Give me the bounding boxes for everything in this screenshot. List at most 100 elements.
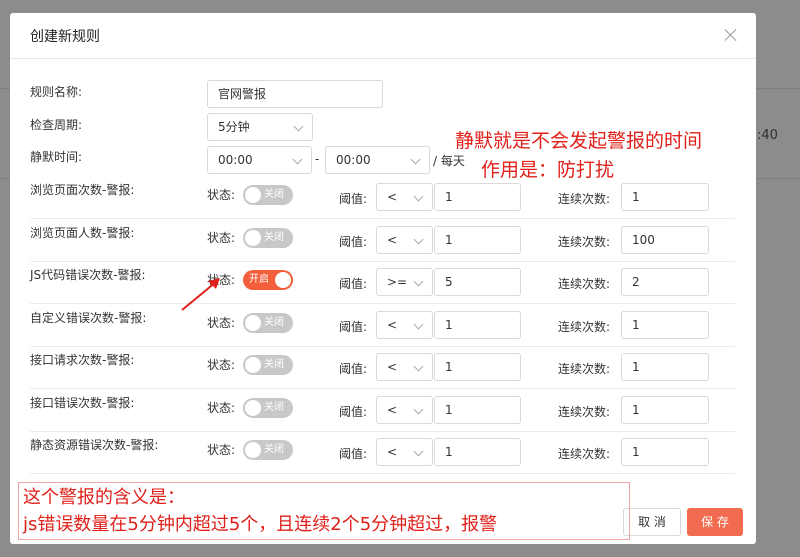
operator-value: < (387, 402, 398, 417)
threshold-input[interactable]: 1 (434, 353, 521, 381)
silence-end-value: 00:00 (336, 153, 371, 167)
row-divider (30, 388, 735, 389)
consecutive-value: 100 (632, 232, 655, 247)
operator-select[interactable]: < (376, 225, 433, 254)
rule-name-input[interactable]: 官网警报 (207, 80, 383, 108)
status-toggle[interactable]: 关闭 (243, 440, 293, 460)
period-select[interactable]: 5分钟 (207, 113, 313, 141)
consecutive-input[interactable]: 2 (621, 268, 709, 296)
annotation-silence-line2: 作用是：防打扰 (481, 159, 615, 181)
operator-select[interactable]: < (376, 353, 433, 381)
toggle-knob (245, 442, 261, 458)
silence-separator: - (315, 152, 320, 166)
dialog-title: 创建新规则 (30, 29, 100, 45)
threshold-value: 1 (445, 360, 453, 374)
consecutive-input[interactable]: 1 (621, 353, 709, 381)
toggle-text: 关闭 (264, 189, 284, 200)
consecutive-input[interactable]: 100 (621, 225, 709, 254)
consecutive-input[interactable]: 1 (621, 183, 709, 211)
threshold-value: 1 (445, 445, 453, 459)
operator-value: < (387, 317, 398, 332)
operator-select[interactable]: >= (376, 268, 433, 296)
threshold-input[interactable]: 1 (434, 183, 521, 211)
silence-end-select[interactable]: 00:00 (325, 146, 430, 174)
consecutive-label: 连续次数: (558, 319, 611, 334)
operator-value: < (387, 360, 398, 374)
threshold-label: 阈值: (339, 234, 368, 249)
status-toggle[interactable]: 关闭 (243, 185, 293, 205)
alert-label: 接口请求次数-警报: (30, 353, 135, 367)
threshold-input[interactable]: 5 (434, 268, 521, 296)
threshold-input[interactable]: 1 (434, 310, 521, 339)
status-label: 状态: (207, 188, 236, 202)
threshold-input[interactable]: 1 (434, 438, 521, 466)
alert-label: 静态资源错误次数-警报: (30, 438, 159, 452)
period-value: 5分钟 (218, 120, 250, 134)
silence-start-select[interactable]: 00:00 (207, 146, 312, 174)
create-rule-dialog: 创建新规则 规则名称: 官网警报 检查周期: 5分钟 静默时间: 00:00 -… (10, 13, 756, 544)
annotation-meaning-line2: js错误数量在5分钟内超过5个，且连续2个5分钟超过，报警 (23, 514, 498, 535)
consecutive-label: 连续次数: (558, 234, 611, 249)
operator-value: < (387, 445, 398, 459)
row-divider (30, 473, 735, 474)
chevron-down-icon (413, 361, 424, 372)
annotation-meaning-line1: 这个警报的含义是： (23, 487, 185, 508)
close-icon[interactable] (723, 27, 739, 43)
toggle-text: 关闭 (264, 359, 284, 370)
chevron-down-icon (293, 121, 304, 132)
consecutive-input[interactable]: 1 (621, 310, 709, 339)
row-divider (30, 218, 735, 219)
status-label: 状态: (207, 400, 236, 415)
status-toggle[interactable]: 关闭 (243, 227, 293, 248)
status-toggle[interactable]: 关闭 (243, 312, 293, 333)
chevron-down-icon (292, 154, 303, 165)
toggle-text: 关闭 (264, 316, 284, 328)
annotation-silence-line1: 静默就是不会发起警报的时间 (455, 130, 703, 152)
silence-start-value: 00:00 (218, 153, 253, 167)
annotation-arrow (181, 278, 220, 311)
row-divider (30, 303, 735, 304)
status-toggle[interactable]: 关闭 (243, 355, 293, 375)
consecutive-input[interactable]: 1 (621, 395, 709, 424)
status-toggle[interactable]: 开启 (243, 270, 293, 290)
threshold-input[interactable]: 1 (434, 395, 521, 424)
chevron-down-icon (413, 234, 424, 244)
operator-value: < (387, 232, 398, 247)
threshold-label: 阈值: (339, 192, 368, 206)
consecutive-label: 连续次数: (558, 404, 611, 419)
cancel-button[interactable]: 取 消 (623, 508, 681, 536)
row-divider (30, 260, 735, 262)
consecutive-value: 1 (632, 317, 640, 332)
chevron-down-icon (410, 154, 421, 165)
operator-select[interactable]: < (376, 310, 433, 339)
consecutive-input[interactable]: 1 (621, 438, 709, 466)
operator-select[interactable]: < (376, 183, 433, 211)
header-divider (10, 58, 756, 59)
operator-select[interactable]: < (376, 438, 433, 466)
alert-label: 接口错误次数-警报: (30, 395, 135, 410)
operator-select[interactable]: < (376, 395, 433, 424)
alert-label: 自定义错误次数-警报: (30, 310, 147, 325)
threshold-label: 阈值: (339, 319, 368, 334)
background-time-text: :40 (757, 128, 778, 143)
save-button[interactable]: 保 存 (687, 508, 743, 536)
threshold-value: 5 (445, 275, 453, 289)
alert-label: 浏览页面次数-警报: (30, 183, 135, 197)
status-toggle[interactable]: 关闭 (243, 397, 293, 418)
toggle-text: 关闭 (264, 401, 284, 413)
threshold-label: 阈值: (339, 277, 368, 291)
consecutive-value: 2 (632, 275, 640, 289)
toggle-knob (275, 272, 291, 288)
operator-value: < (387, 190, 398, 204)
status-label: 状态: (207, 315, 236, 330)
threshold-value: 1 (445, 190, 453, 204)
toggle-knob (245, 187, 261, 203)
threshold-value: 1 (445, 317, 453, 332)
chevron-down-icon (413, 319, 424, 329)
toggle-knob (245, 399, 261, 416)
toggle-text: 关闭 (264, 231, 284, 243)
silence-suffix: / 每天 (433, 154, 465, 168)
toggle-knob (245, 314, 261, 331)
alert-label: 浏览页面人数-警报: (30, 225, 135, 240)
threshold-input[interactable]: 1 (434, 225, 521, 254)
